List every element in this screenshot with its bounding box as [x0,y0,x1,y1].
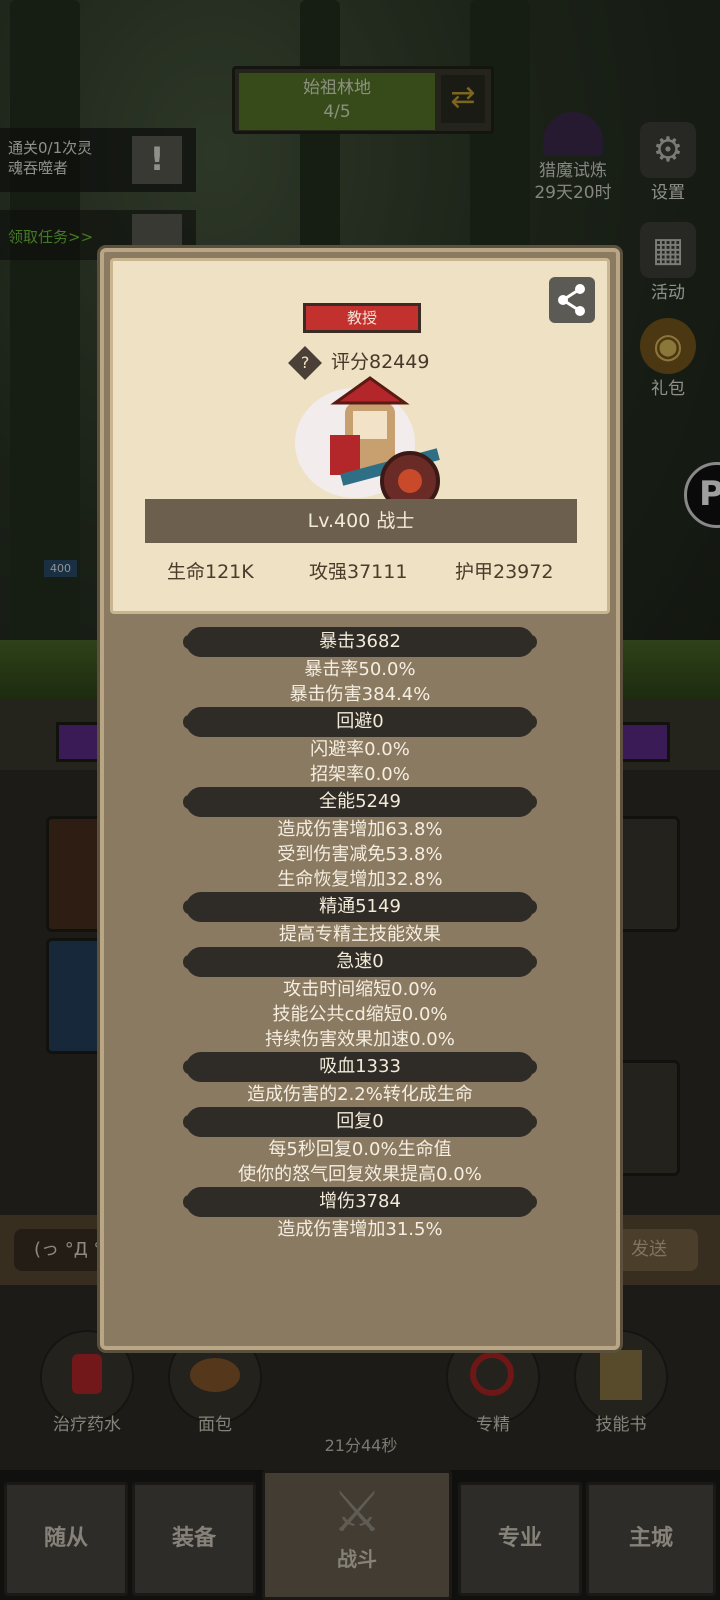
attr-header-crit: 暴击3682 [183,627,537,657]
character-info-popup: 教授 ? 评分82449 Lv.400 战士 生命121K 攻强37111 护甲2… [100,248,620,1350]
attack-stat: 攻强37111 [309,561,408,583]
attr-detail: 造成伤害增加63.8% [277,819,443,840]
armor-stat: 护甲23972 [455,561,554,583]
character-card: 教授 ? 评分82449 Lv.400 战士 生命121K 攻强37111 护甲2… [110,258,610,614]
attr-detail: 攻击时间缩短0.0% [283,979,437,1000]
share-icon [558,284,585,316]
score-line: ? 评分82449 [288,345,430,380]
attribute-list: 暴击3682 暴击率50.0% 暴击伤害384.4% 回避0 闪避率0.0% 招… [104,627,616,1242]
attr-detail: 闪避率0.0% [310,739,410,760]
attr-detail: 提高专精主技能效果 [279,924,441,945]
attr-header-damage-bonus: 增伤3784 [183,1187,537,1217]
attr-detail: 生命恢复增加32.8% [277,869,443,890]
attr-detail: 技能公共cd缩短0.0% [272,1004,448,1025]
attr-header-haste: 急速0 [183,947,537,977]
attr-detail: 暴击伤害384.4% [289,684,431,705]
warrior-portrait [295,376,440,511]
hp-stat: 生命121K [167,561,254,583]
share-button[interactable] [549,277,595,323]
attr-header-versatility: 全能5249 [183,787,537,817]
attr-header-mastery: 精通5149 [183,892,537,922]
attr-detail: 使你的怒气回复效果提高0.0% [238,1164,482,1185]
attr-header-dodge: 回避0 [183,707,537,737]
attr-detail: 造成伤害的2.2%转化成生命 [247,1084,473,1105]
level-class-bar: Lv.400 战士 [145,499,577,543]
attr-detail: 每5秒回复0.0%生命值 [268,1139,452,1160]
attr-detail: 暴击率50.0% [304,659,416,680]
attr-detail: 持续伤害效果加速0.0% [265,1029,455,1050]
attr-header-regen: 回复0 [183,1107,537,1137]
attr-header-lifesteal: 吸血1333 [183,1052,537,1082]
score-value: 评分82449 [331,351,430,373]
title-badge: 教授 [303,303,421,333]
attr-detail: 招架率0.0% [310,764,410,785]
attr-detail: 受到伤害减免53.8% [277,844,443,865]
attr-detail: 造成伤害增加31.5% [277,1219,443,1240]
